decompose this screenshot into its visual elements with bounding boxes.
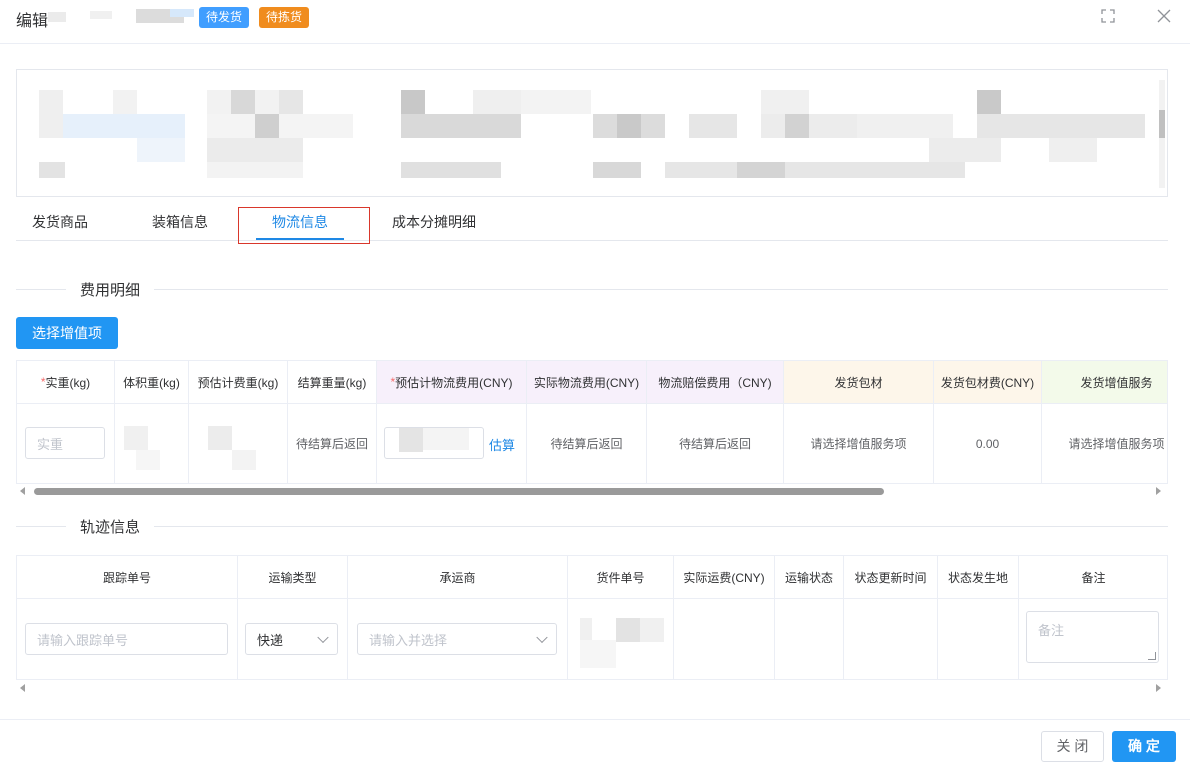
track-section-divider: 轨迹信息 — [16, 516, 1168, 536]
col-status-update-time: 状态更新时间 — [844, 556, 938, 599]
resize-grip-icon[interactable] — [1148, 652, 1156, 660]
col-settle-weight: 结算重量(kg) — [288, 361, 377, 404]
order-info-panel — [16, 69, 1168, 197]
col-status-location: 状态发生地 — [938, 556, 1019, 599]
col-packaging-fee: 发货包材费(CNY) — [934, 361, 1042, 404]
redacted-charge-weight — [208, 426, 232, 450]
maximize-icon[interactable] — [1099, 9, 1117, 27]
confirm-button[interactable]: 确 定 — [1112, 731, 1176, 762]
cell-packaging[interactable]: 请选择增值服务项 — [784, 404, 934, 483]
tab-cost-allocation[interactable]: 成本分摊明细 — [392, 212, 476, 232]
col-transport-type: 运输类型 — [238, 556, 348, 599]
estimate-link[interactable]: 估算 — [489, 435, 515, 454]
cell-actual-logistics-fee: 待结算后返回 — [527, 404, 647, 483]
tab-shipped-goods[interactable]: 发货商品 — [32, 212, 88, 232]
col-actual-logistics-fee: 实际物流费用(CNY) — [527, 361, 647, 404]
col-actual-freight: 实际运费(CNY) — [674, 556, 775, 599]
est-logistics-fee-input[interactable] — [384, 427, 484, 459]
cell-status-location — [938, 599, 1019, 679]
cell-compensation-fee: 待结算后返回 — [647, 404, 784, 483]
carrier-select[interactable]: 请输入并选择 — [357, 623, 557, 655]
cell-transport-status — [775, 599, 844, 679]
cell-status-update-time — [844, 599, 938, 679]
redacted-charge-weight — [232, 450, 256, 470]
col-tracking-no: 跟踪单号 — [17, 556, 238, 599]
tab-packing-info[interactable]: 装箱信息 — [152, 212, 208, 232]
actual-weight-input[interactable]: 实重 — [25, 427, 105, 459]
dialog-title: 编辑 — [16, 13, 49, 30]
track-table-scrollbar[interactable] — [16, 682, 1168, 694]
redacted-text — [90, 11, 112, 19]
status-badge-pending-pick: 待拣货 — [259, 7, 310, 28]
redacted-text — [170, 9, 194, 17]
fee-section-title: 费用明细 — [80, 282, 141, 299]
col-actual-weight: * 实重(kg) — [17, 361, 115, 404]
col-est-logistics-fee: * 预估计物流费用(CNY) — [377, 361, 527, 404]
close-button[interactable]: 关 闭 — [1041, 731, 1104, 762]
transport-type-select[interactable]: 快递 — [245, 623, 338, 655]
col-transport-status: 运输状态 — [775, 556, 844, 599]
scroll-left-icon[interactable] — [20, 487, 25, 495]
col-remark: 备注 — [1019, 556, 1167, 599]
redacted-shipment-no — [616, 618, 640, 642]
tracking-no-input[interactable]: 请输入跟踪单号 — [25, 623, 228, 655]
close-icon[interactable] — [1155, 9, 1173, 27]
remark-textarea[interactable]: 备注 — [1026, 611, 1159, 663]
redacted-shipment-no — [580, 618, 592, 640]
fee-table: * 实重(kg) 体积重(kg) 预估计费重(kg) 结算重量(kg) * 预估计物… — [16, 360, 1168, 484]
carrier-placeholder: 请输入并选择 — [369, 632, 448, 648]
cell-est-charge-weight — [189, 404, 288, 483]
cell-packaging-fee: 0.00 — [934, 404, 1042, 483]
col-volume-weight: 体积重(kg) — [115, 361, 189, 404]
remark-placeholder: 备注 — [1038, 623, 1065, 638]
scroll-left-icon[interactable] — [20, 684, 25, 692]
col-packaging: 发货包材 — [784, 361, 934, 404]
col-value-added-service: 发货增值服务 — [1042, 361, 1167, 404]
cell-settle-weight: 待结算后返回 — [288, 404, 377, 483]
fee-table-scrollbar[interactable] — [16, 485, 1168, 497]
fee-section-divider: 费用明细 — [16, 279, 1168, 299]
scroll-thumb[interactable] — [34, 488, 884, 495]
chevron-down-icon — [317, 631, 329, 644]
cell-actual-freight — [674, 599, 775, 679]
redacted-text — [48, 12, 66, 22]
footer-divider — [0, 719, 1190, 720]
cell-value-added-service[interactable]: 请选择增值服务项 — [1042, 404, 1167, 483]
col-shipment-no: 货件单号 — [568, 556, 674, 599]
scroll-right-icon[interactable] — [1156, 487, 1161, 495]
chevron-down-icon — [536, 631, 548, 644]
redacted-volume-weight — [136, 450, 160, 470]
track-section-title: 轨迹信息 — [80, 519, 141, 536]
scroll-right-icon[interactable] — [1156, 684, 1161, 692]
transport-type-value: 快递 — [257, 632, 284, 648]
col-est-charge-weight: 预估计费重(kg) — [189, 361, 288, 404]
redacted-shipment-no — [640, 618, 664, 642]
tab-highlight-box — [238, 207, 370, 244]
col-carrier: 承运商 — [348, 556, 568, 599]
status-badge-pending-ship: 待发货 — [199, 7, 250, 28]
redacted-volume-weight — [124, 426, 148, 450]
redacted-shipment-no — [580, 640, 616, 668]
col-compensation-fee: 物流赔偿费用（CNY) — [647, 361, 784, 404]
select-value-added-button[interactable]: 选择增值项 — [16, 317, 118, 349]
